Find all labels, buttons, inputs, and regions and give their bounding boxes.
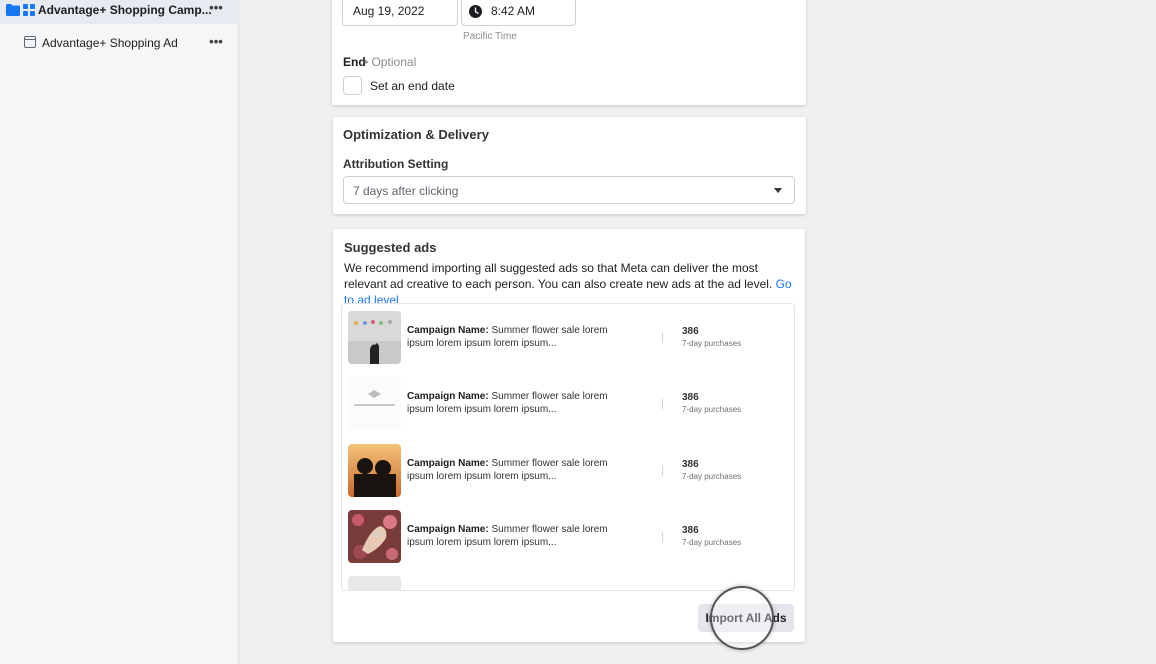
ad-campaign-name: Campaign Name: Summer flower sale lorem … [407, 457, 637, 483]
ad-more-button[interactable]: ••• [208, 35, 224, 48]
ad-metric-label: 7-day purchases [682, 472, 742, 481]
ad-thumbnail [348, 377, 401, 430]
campaign-name-label: Campaign Name: [407, 524, 489, 535]
campaign-name-label: Campaign Name: [407, 391, 489, 402]
folder-icon [6, 4, 20, 16]
end-label: End [343, 55, 366, 69]
ad-metric-value: 386 [682, 459, 699, 470]
ad-campaign-name: Campaign Name: Summer flower sale lorem … [407, 390, 637, 416]
ad-thumbnail [348, 444, 401, 497]
attribution-select[interactable]: 7 days after clicking [343, 176, 795, 204]
ad-row[interactable]: Campaign Name: Summer flower sale lorem … [342, 304, 794, 364]
ad-row[interactable]: Campaign Name: Summer flower sale lorem … [342, 370, 794, 430]
start-time-value: 8:42 AM [491, 4, 536, 18]
start-date-field[interactable]: Aug 19, 2022 [342, 0, 458, 26]
campaign-grid-icon [23, 4, 35, 16]
ad-row[interactable]: Campaign Name: Summer flower sale lorem … [342, 503, 794, 563]
ad-thumbnail [348, 576, 401, 590]
ad-metric-label: 7-day purchases [682, 405, 742, 414]
optimization-title: Optimization & Delivery [343, 127, 489, 142]
divider [662, 333, 663, 343]
tree-item-campaign[interactable]: Advantage+ Shopping Camp... ••• [0, 0, 239, 24]
divider [662, 466, 663, 476]
suggested-ads-title: Suggested ads [344, 240, 437, 255]
attribution-value: 7 days after clicking [353, 184, 459, 198]
cursor-highlight [710, 586, 774, 650]
suggested-ads-description: We recommend importing all suggested ads… [344, 260, 794, 308]
campaign-name: Advantage+ Shopping Camp... [38, 3, 212, 17]
ad-metric-value: 386 [682, 525, 699, 536]
ad-row[interactable] [342, 569, 794, 590]
start-date-value: Aug 19, 2022 [353, 4, 425, 18]
ad-thumbnail [348, 311, 401, 364]
suggested-ads-list: Campaign Name: Summer flower sale lorem … [341, 303, 795, 591]
ad-metric-label: 7-day purchases [682, 538, 742, 547]
ad-icon [24, 36, 36, 48]
ad-campaign-name: Campaign Name: Summer flower sale lorem … [407, 523, 637, 549]
end-optional-label: • Optional [364, 55, 417, 69]
campaign-more-button[interactable]: ••• [208, 1, 224, 14]
campaign-name-label: Campaign Name: [407, 458, 489, 469]
ad-metric-value: 386 [682, 326, 699, 337]
caret-down-icon [774, 188, 782, 193]
tree-item-ad[interactable]: Advantage+ Shopping Ad ••• [0, 30, 239, 54]
campaign-name-label: Campaign Name: [407, 325, 489, 336]
attribution-label: Attribution Setting [343, 157, 449, 171]
ad-metric-value: 386 [682, 392, 699, 403]
timezone-label: Pacific Time [463, 31, 517, 42]
description-text: We recommend importing all suggested ads… [344, 261, 773, 291]
clock-icon [469, 5, 482, 18]
sidebar: Advantage+ Shopping Camp... ••• Advantag… [0, 0, 239, 664]
divider [662, 532, 663, 542]
end-date-checkbox-label[interactable]: Set an end date [370, 79, 455, 93]
ad-name: Advantage+ Shopping Ad [42, 36, 178, 50]
ad-campaign-name: Campaign Name: Summer flower sale lorem … [407, 324, 637, 350]
ad-metric-label: 7-day purchases [682, 339, 742, 348]
divider [662, 399, 663, 409]
ad-thumbnail [348, 510, 401, 563]
end-date-checkbox[interactable] [343, 76, 362, 95]
ad-row[interactable]: Campaign Name: Summer flower sale lorem … [342, 437, 794, 497]
